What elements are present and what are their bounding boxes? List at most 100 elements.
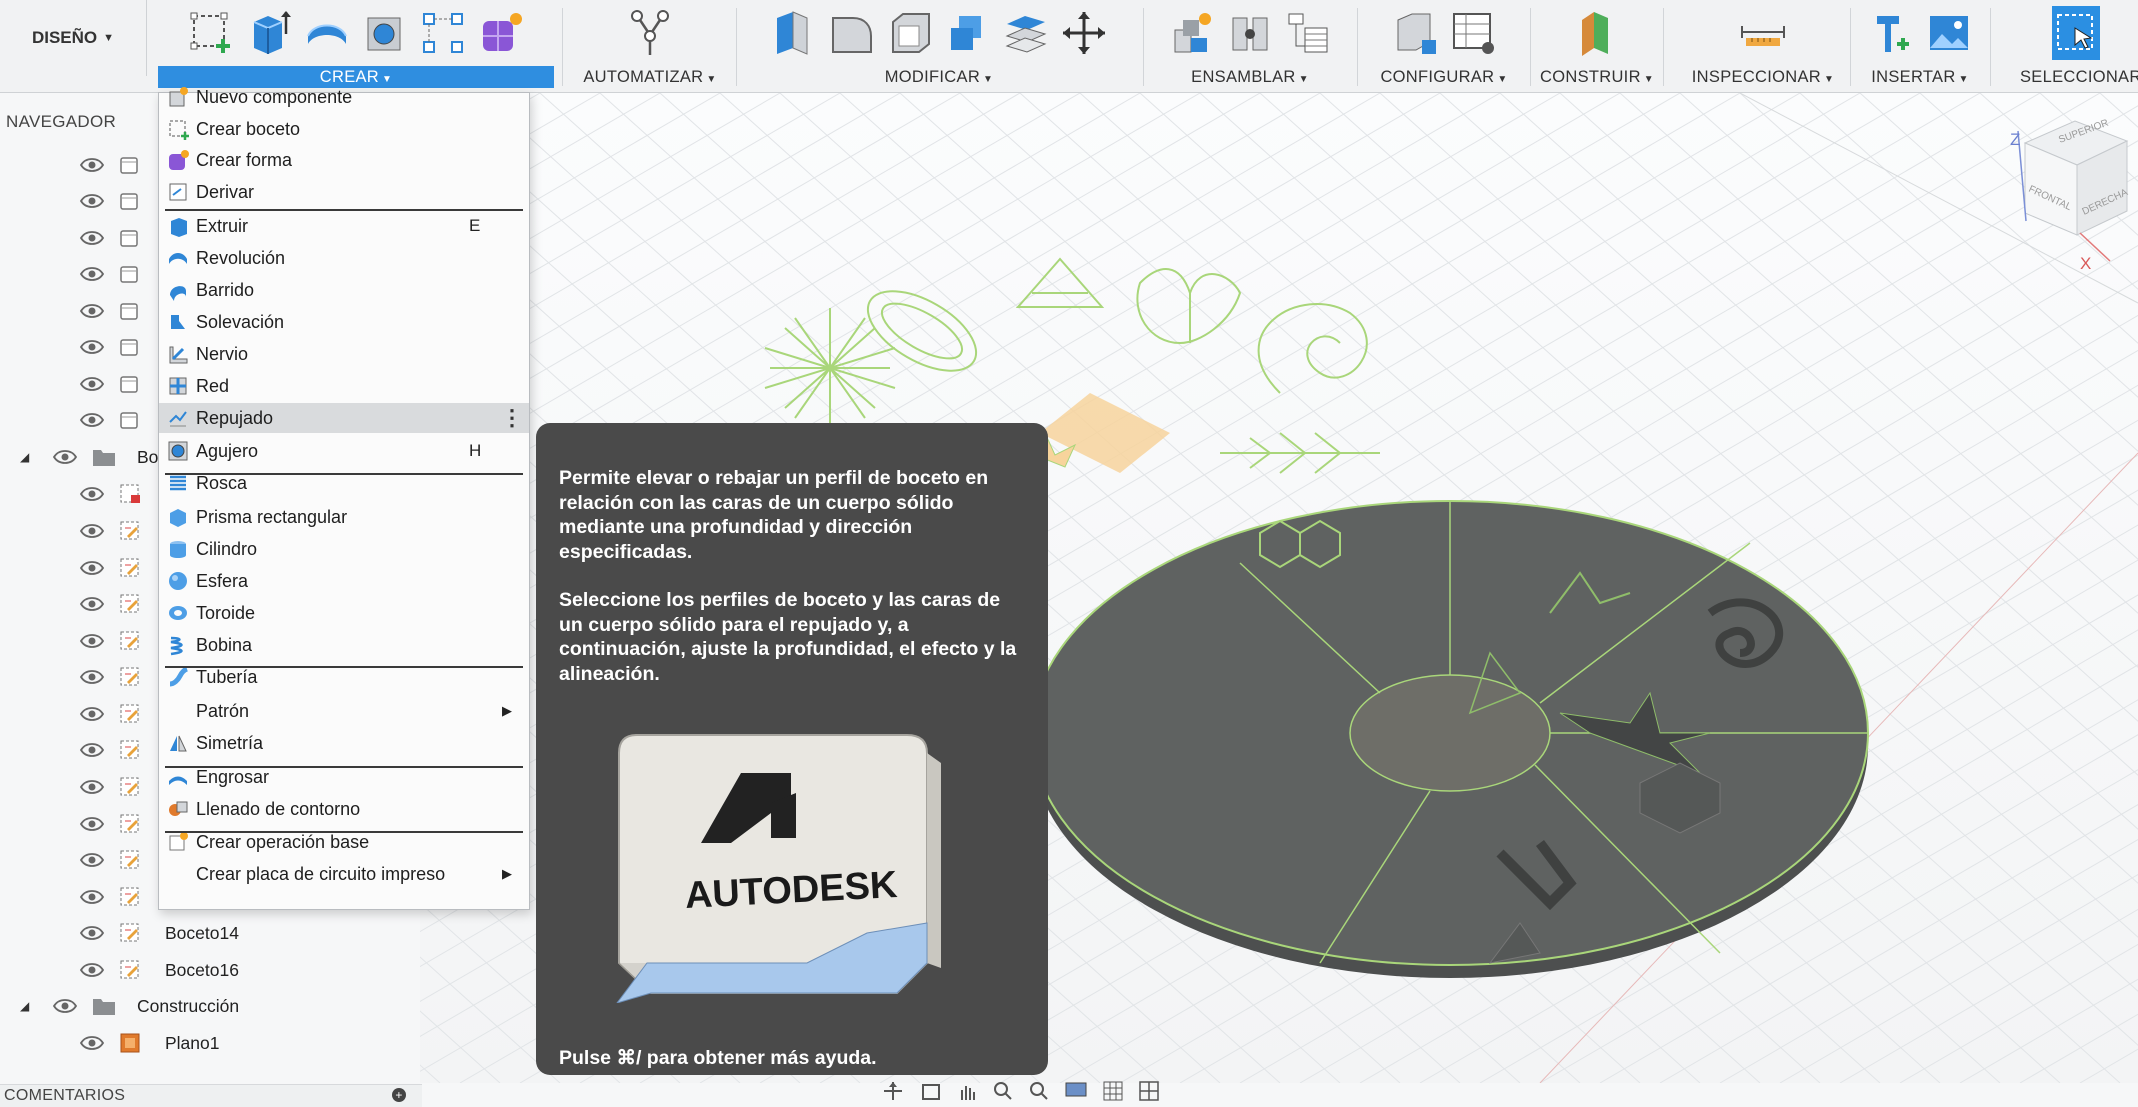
visibility-eye-icon[interactable] (79, 670, 105, 684)
menu-item-label: Nervio (196, 343, 249, 364)
joint-icon[interactable] (1226, 6, 1274, 60)
orbit-icon[interactable] (880, 1080, 906, 1107)
hole-icon[interactable] (361, 6, 409, 60)
menu-item-loft[interactable]: Solevación (159, 307, 529, 337)
measure-icon[interactable] (1739, 6, 1787, 60)
automate-icon[interactable] (626, 6, 674, 60)
visibility-eye-icon[interactable] (79, 963, 105, 977)
revolve-icon[interactable] (303, 6, 351, 60)
visibility-eye-icon[interactable] (79, 487, 105, 501)
combine-icon[interactable] (944, 6, 992, 60)
visibility-eye-icon[interactable] (52, 450, 78, 464)
toolbar-group-automate-label[interactable]: AUTOMATIZAR ▼ (570, 66, 730, 88)
display-settings-icon[interactable] (1064, 1080, 1088, 1107)
menu-item-derive[interactable]: Derivar (159, 177, 529, 207)
browser-item-plane1[interactable]: Plano1 (0, 1025, 270, 1061)
visibility-eye-icon[interactable] (79, 926, 105, 940)
visibility-eye-icon[interactable] (79, 231, 105, 245)
visibility-eye-icon[interactable] (79, 890, 105, 904)
toolbar-group-select-label[interactable]: SELECCIONAR▼ (1996, 66, 2138, 88)
insert-component-icon[interactable] (1867, 6, 1915, 60)
insert-canvas-icon[interactable] (1925, 6, 1973, 60)
menu-item-sweep[interactable]: Barrido (159, 275, 529, 305)
embossed-disk-body[interactable] (1031, 500, 1869, 978)
browser-item-label: Plano1 (165, 1032, 220, 1053)
construction-plane-icon[interactable] (1573, 6, 1621, 60)
browser-item-sketch16[interactable]: Boceto16 (0, 952, 270, 988)
pan-hand-icon[interactable] (956, 1080, 978, 1107)
visibility-eye-icon[interactable] (79, 158, 105, 172)
visibility-eye-icon[interactable] (79, 743, 105, 757)
visibility-eye-icon[interactable] (79, 340, 105, 354)
menu-item-new-component[interactable]: Nuevo componente (159, 82, 529, 112)
viewports-icon[interactable] (1138, 1080, 1160, 1107)
menu-item-label: Extruir (196, 215, 249, 236)
menu-item-rib[interactable]: Nervio (159, 339, 529, 369)
body-icon (119, 300, 141, 322)
menu-item-cylinder[interactable]: Cilindro (159, 534, 529, 564)
toolbar-group-inspect-label[interactable]: INSPECCIONAR ▼ (1670, 66, 1856, 88)
configuration-table-icon[interactable] (1449, 6, 1497, 60)
visibility-eye-icon[interactable] (52, 999, 78, 1013)
menu-item-hole[interactable]: Agujero H (159, 436, 529, 466)
menu-item-coil[interactable]: Bobina (159, 630, 529, 660)
menu-item-revolve[interactable]: Revolución (159, 243, 529, 273)
add-comment-icon[interactable]: + (392, 1088, 406, 1102)
menu-item-create-form[interactable]: Crear forma (159, 145, 529, 175)
move-icon[interactable] (1060, 6, 1108, 60)
comments-panel[interactable]: COMENTARIOS + (0, 1084, 422, 1107)
visibility-eye-icon[interactable] (79, 194, 105, 208)
visibility-eye-icon[interactable] (79, 634, 105, 648)
menu-item-extrude[interactable]: Extruir E (159, 211, 529, 241)
shell-icon[interactable] (886, 6, 934, 60)
toolbar-group-modify-label[interactable]: MODIFICAR ▼ (744, 66, 1134, 88)
more-options-icon[interactable]: ⋮ (501, 407, 523, 429)
menu-item-create-pcb[interactable]: Crear placa de circuito impreso ▶ (159, 859, 529, 889)
visibility-eye-icon[interactable] (79, 597, 105, 611)
menu-item-create-sketch[interactable]: Crear boceto (159, 114, 529, 144)
press-pull-icon[interactable] (770, 6, 818, 60)
menu-item-emboss[interactable]: Repujado ⋮ (159, 403, 529, 433)
collapse-triangle-icon[interactable]: ◢ (20, 999, 29, 1013)
menu-item-mirror[interactable]: Simetría (159, 728, 529, 758)
visibility-eye-icon[interactable] (79, 707, 105, 721)
select-icon[interactable] (2052, 6, 2100, 60)
visibility-eye-icon[interactable] (79, 817, 105, 831)
create-sketch-icon[interactable] (187, 6, 235, 60)
menu-item-sphere[interactable]: Esfera (159, 566, 529, 596)
fit-icon[interactable] (1028, 1080, 1050, 1107)
new-component-icon[interactable] (1168, 6, 1216, 60)
fillet-icon[interactable] (828, 6, 876, 60)
visibility-eye-icon[interactable] (79, 561, 105, 575)
toolbar-group-assemble-label[interactable]: ENSAMBLAR ▼ (1150, 66, 1350, 88)
menu-item-box[interactable]: Prisma rectangular (159, 502, 529, 532)
create-form-icon[interactable] (477, 6, 525, 60)
look-at-icon[interactable] (920, 1080, 942, 1107)
visibility-eye-icon[interactable] (79, 1036, 105, 1050)
browser-folder-construction[interactable]: ◢ Construcción (0, 988, 270, 1024)
menu-item-torus[interactable]: Toroide (159, 598, 529, 628)
menu-item-pattern[interactable]: Patrón ▶ (159, 696, 529, 726)
workspace-selector[interactable]: DISEÑO ▼ (0, 0, 147, 76)
grid-settings-icon[interactable] (1102, 1080, 1124, 1107)
menu-item-boundary-fill[interactable]: Llenado de contorno (159, 794, 529, 824)
zoom-icon[interactable] (992, 1080, 1014, 1107)
visibility-eye-icon[interactable] (79, 413, 105, 427)
visibility-eye-icon[interactable] (79, 267, 105, 281)
browser-item-sketch14[interactable]: Boceto14 (0, 915, 270, 951)
toolbar-group-configure-label[interactable]: CONFIGURAR ▼ (1364, 66, 1524, 88)
visibility-eye-icon[interactable] (79, 524, 105, 538)
configure-icon[interactable] (1391, 6, 1439, 60)
visibility-eye-icon[interactable] (79, 377, 105, 391)
menu-item-web[interactable]: Red (159, 371, 529, 401)
extrude-icon[interactable] (245, 6, 293, 60)
collapse-triangle-icon[interactable]: ◢ (20, 450, 29, 464)
visibility-eye-icon[interactable] (79, 304, 105, 318)
visibility-eye-icon[interactable] (79, 853, 105, 867)
toolbar-group-insert-label[interactable]: INSERTAR ▼ (1858, 66, 1982, 88)
visibility-eye-icon[interactable] (79, 780, 105, 794)
toolbar-group-construct-label[interactable]: CONSTRUIR ▼ (1537, 66, 1657, 88)
offset-face-icon[interactable] (1002, 6, 1050, 60)
bill-of-materials-icon[interactable] (1284, 6, 1332, 60)
pattern-icon[interactable] (419, 6, 467, 60)
